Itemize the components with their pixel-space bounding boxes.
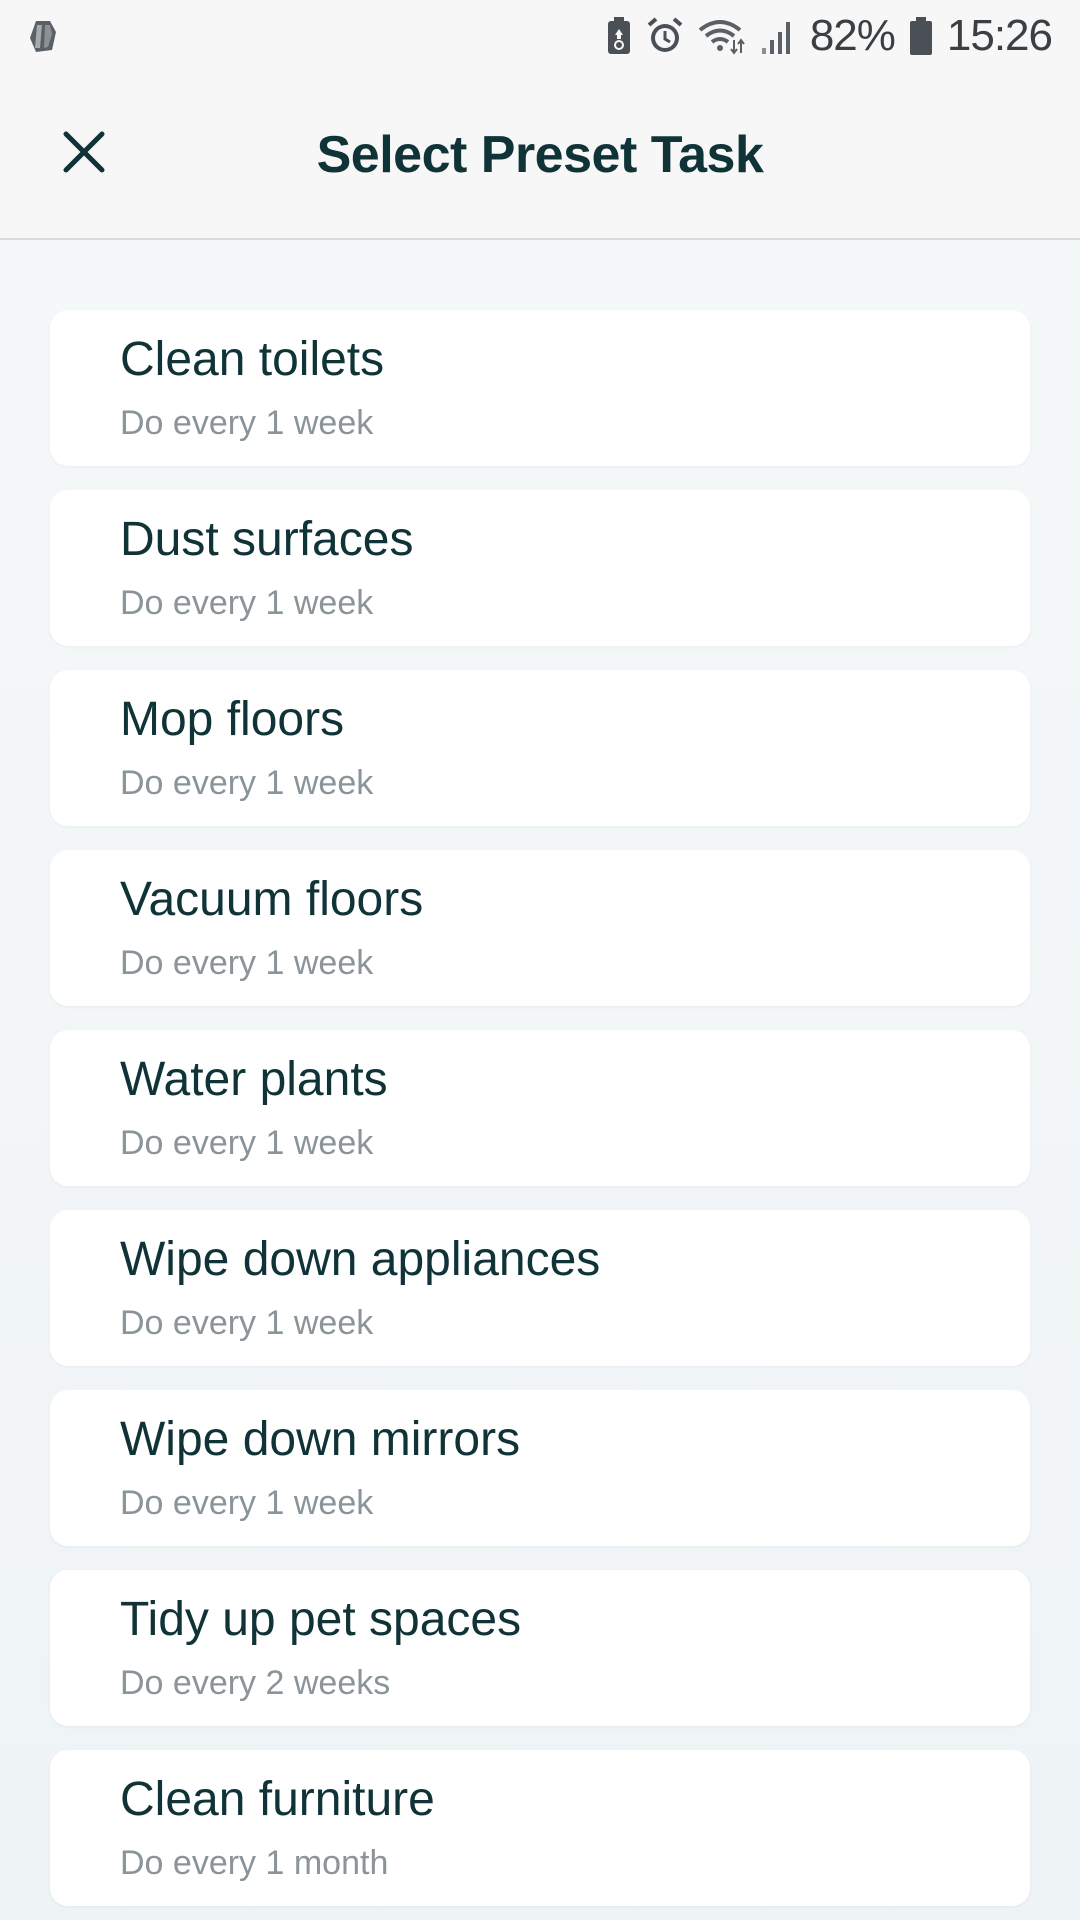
- content-area: Clean toilets Do every 1 week Dust surfa…: [0, 240, 1080, 1920]
- task-frequency: Do every 1 week: [120, 764, 374, 802]
- task-title: Clean furniture: [120, 1773, 435, 1826]
- task-frequency: Do every 1 week: [120, 404, 374, 442]
- wifi-icon: [698, 20, 745, 55]
- alarm-icon: [647, 17, 683, 52]
- task-card-wipe-down-appliances[interactable]: Wipe down appliances Do every 1 week: [50, 1210, 1030, 1366]
- task-frequency: Do every 1 week: [120, 1484, 374, 1522]
- task-card-tidy-up-pet-spaces[interactable]: Tidy up pet spaces Do every 2 weeks: [50, 1570, 1030, 1726]
- task-frequency: Do every 1 week: [120, 944, 374, 982]
- status-bar: 82% 15:26: [0, 0, 1080, 72]
- task-card-clean-furniture[interactable]: Clean furniture Do every 1 month: [50, 1750, 1030, 1906]
- task-title: Wipe down appliances: [120, 1233, 601, 1286]
- task-frequency: Do every 1 month: [120, 1844, 389, 1882]
- task-frequency: Do every 2 weeks: [120, 1664, 391, 1702]
- task-card-dust-surfaces[interactable]: Dust surfaces Do every 1 week: [50, 490, 1030, 646]
- signal-icon: [761, 22, 790, 54]
- task-title: Clean toilets: [120, 333, 385, 386]
- task-title: Mop floors: [120, 693, 345, 746]
- app-header: Select Preset Task: [0, 72, 1080, 240]
- task-card-mop-floors[interactable]: Mop floors Do every 1 week: [50, 670, 1030, 826]
- preset-task-list: Clean toilets Do every 1 week Dust surfa…: [50, 310, 1030, 1920]
- status-icons: 82% 15:26: [606, 0, 1053, 72]
- task-frequency: Do every 1 week: [120, 1124, 374, 1162]
- task-card-clean-toilets[interactable]: Clean toilets Do every 1 week: [50, 310, 1030, 466]
- battery-icon: [909, 17, 932, 55]
- task-frequency: Do every 1 week: [120, 1304, 374, 1342]
- task-title: Water plants: [120, 1053, 388, 1106]
- battery-saver-icon: [607, 17, 630, 54]
- task-card-wipe-down-mirrors[interactable]: Wipe down mirrors Do every 1 week: [50, 1390, 1030, 1546]
- task-title: Tidy up pet spaces: [120, 1593, 522, 1646]
- task-title: Vacuum floors: [120, 873, 424, 926]
- battery-percent: 82%: [809, 11, 896, 60]
- task-title: Wipe down mirrors: [120, 1413, 521, 1466]
- task-title: Dust surfaces: [120, 513, 414, 566]
- task-frequency: Do every 1 week: [120, 584, 374, 622]
- app-notification-icon: [30, 21, 56, 52]
- task-card-vacuum-floors[interactable]: Vacuum floors Do every 1 week: [50, 850, 1030, 1006]
- task-card-water-plants[interactable]: Water plants Do every 1 week: [50, 1030, 1030, 1186]
- clock: 15:26: [946, 11, 1053, 60]
- page-title: Select Preset Task: [316, 126, 764, 184]
